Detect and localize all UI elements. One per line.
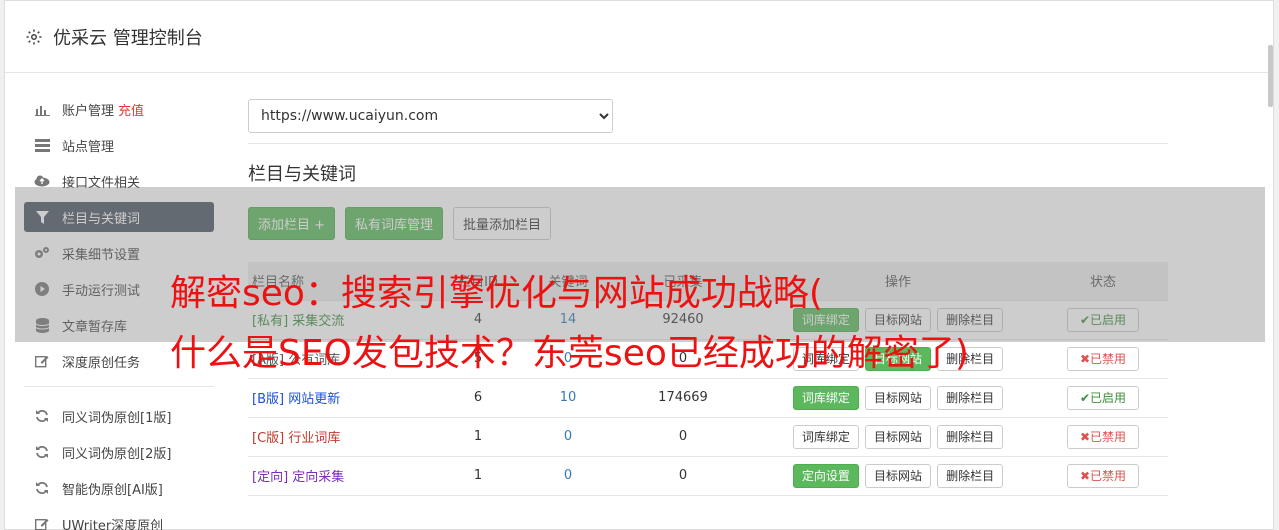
- column-name-cell: [B版] 网站更新: [248, 378, 428, 417]
- edit-icon: [34, 353, 50, 369]
- page-title: 优采云 管理控制台: [53, 27, 203, 49]
- column-name-link[interactable]: 定向采集: [292, 470, 344, 485]
- sidebar-item-label: 同义词伪原创[2版]: [62, 446, 172, 462]
- status-toggle[interactable]: ✖已禁用: [1067, 463, 1139, 488]
- divider: [248, 143, 1168, 144]
- actions-cell: 词库绑定 目标网站 删除栏目: [758, 417, 1038, 456]
- collected-count: 174669: [658, 390, 708, 405]
- sidebar-item-label: 站点管理: [62, 139, 115, 155]
- actions-cell: 定向设置 目标网站 删除栏目: [758, 456, 1038, 495]
- sidebar-item-synonym-v1[interactable]: 同义词伪原创[1版]: [24, 401, 214, 431]
- scrollbar[interactable]: [1268, 45, 1273, 107]
- directed-settings-button[interactable]: 定向设置: [792, 463, 859, 488]
- section-title: 栏目与关键词: [248, 164, 356, 185]
- overlay-headline-line2: 什么是SEO发包技术？东莞seo已经成功的解密了): [170, 333, 969, 374]
- refresh-icon: [34, 408, 50, 424]
- status-cell: ✖已禁用: [1038, 456, 1168, 495]
- column-id: 1: [473, 468, 483, 483]
- edit-icon: [34, 516, 50, 530]
- site-select[interactable]: https://www.ucaiyun.com: [248, 99, 613, 133]
- table-row: [定向] 定向采集 1 0 0 定向设置 目标网站 删除栏目 ✖已禁用: [248, 456, 1168, 495]
- column-tag: [定向]: [252, 470, 289, 485]
- sidebar-item-sites[interactable]: 站点管理: [24, 130, 214, 160]
- delete-column-button[interactable]: 删除栏目: [937, 463, 1004, 488]
- column-tag: [B版]: [252, 392, 285, 407]
- delete-column-button[interactable]: 删除栏目: [937, 424, 1004, 449]
- delete-column-button[interactable]: 删除栏目: [937, 385, 1004, 410]
- column-id: 1: [473, 429, 483, 444]
- column-name-cell: [C版] 行业词库: [248, 417, 428, 456]
- status-cell: ✔已启用: [1038, 378, 1168, 417]
- column-id: 6: [473, 390, 483, 405]
- status-cell: ✖已禁用: [1038, 417, 1168, 456]
- target-site-button[interactable]: 目标网站: [864, 463, 931, 488]
- refresh-icon: [34, 444, 50, 460]
- collected-count: 0: [678, 468, 688, 483]
- status-toggle[interactable]: ✔已启用: [1067, 385, 1139, 410]
- bind-lib-button[interactable]: 词库绑定: [792, 424, 859, 449]
- sidebar-item-ai-rewrite[interactable]: 智能伪原创[AI版]: [24, 473, 214, 503]
- sidebar-item-label: 深度原创任务: [62, 355, 141, 371]
- column-tag: [C版]: [252, 431, 285, 446]
- collected-count: 0: [678, 429, 688, 444]
- sidebar-item-label: 同义词伪原创[1版]: [62, 410, 172, 426]
- bind-lib-button[interactable]: 词库绑定: [792, 385, 859, 410]
- actions-cell: 词库绑定 目标网站 删除栏目: [758, 378, 1038, 417]
- recharge-link[interactable]: 充值: [118, 100, 144, 119]
- overlay-band: [15, 187, 1265, 342]
- sidebar-item-label: 智能伪原创[AI版]: [62, 482, 163, 498]
- column-name-cell: [定向] 定向采集: [248, 456, 428, 495]
- column-name-link[interactable]: 行业词库: [288, 431, 340, 446]
- sidebar-divider: [24, 386, 214, 387]
- panel-header: 优采云 管理控制台: [5, 1, 1273, 73]
- table-row: [C版] 行业词库 1 0 0 词库绑定 目标网站 删除栏目 ✖已禁用: [248, 417, 1168, 456]
- keyword-count-link[interactable]: 0: [528, 417, 608, 456]
- sidebar-item-account[interactable]: 账户管理 充值: [24, 94, 214, 124]
- server-icon: [34, 137, 50, 153]
- target-site-button[interactable]: 目标网站: [864, 385, 931, 410]
- gear-icon: [26, 29, 42, 44]
- target-site-button[interactable]: 目标网站: [864, 424, 931, 449]
- column-name-link[interactable]: 网站更新: [288, 392, 340, 407]
- overlay-headline-line1: 解密seo：搜索引擎优化与网站成功战略(: [170, 273, 823, 314]
- sidebar-item-uwriter[interactable]: UWriter深度原创: [24, 509, 214, 530]
- keyword-count-link[interactable]: 10: [528, 378, 608, 417]
- bar-chart-icon: [34, 101, 50, 117]
- refresh-icon: [34, 480, 50, 496]
- status-toggle[interactable]: ✖已禁用: [1067, 424, 1139, 449]
- table-row: [B版] 网站更新 6 10 174669 词库绑定 目标网站 删除栏目 ✔已启…: [248, 378, 1168, 417]
- sidebar-item-label: UWriter深度原创: [62, 518, 164, 530]
- keyword-count-link[interactable]: 0: [528, 456, 608, 495]
- sidebar-item-label: 账户管理: [62, 103, 115, 119]
- sidebar-item-synonym-v2[interactable]: 同义词伪原创[2版]: [24, 437, 214, 467]
